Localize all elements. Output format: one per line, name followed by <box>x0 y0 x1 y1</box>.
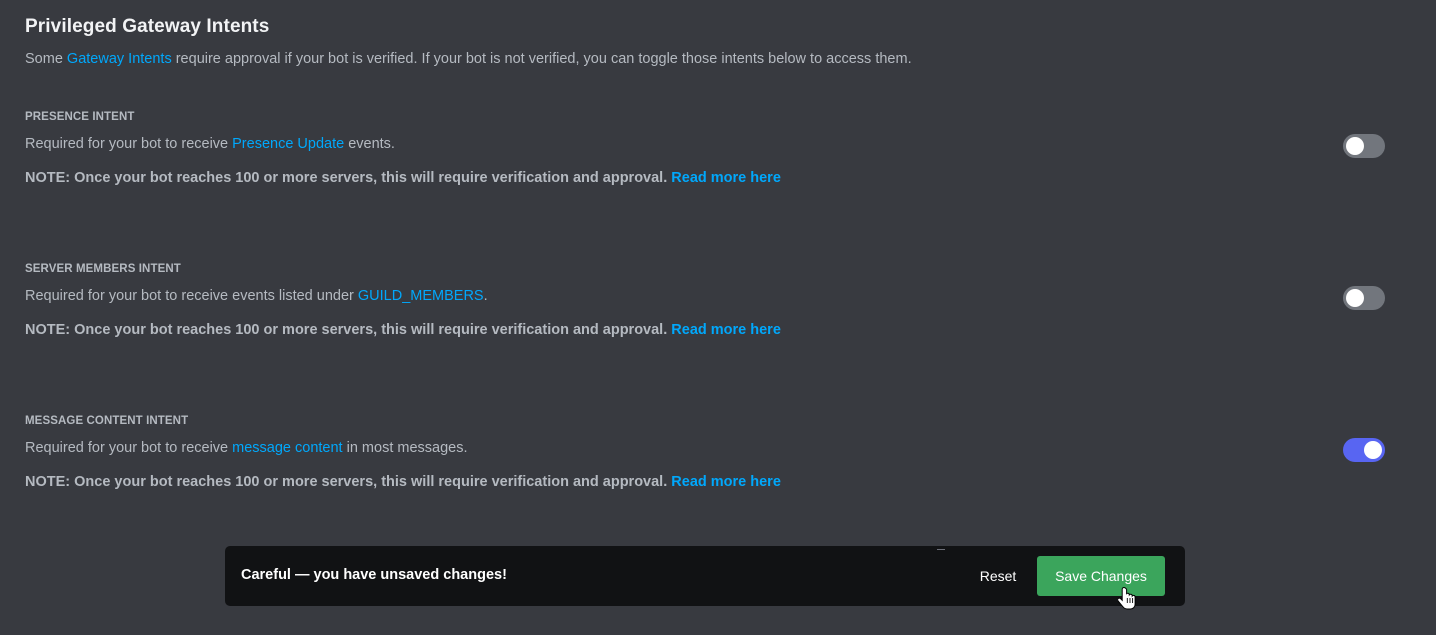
unsaved-changes-message: Careful — you have unsaved changes! <box>241 567 507 583</box>
intent-note-text: NOTE: Once your bot reaches 100 or more … <box>25 474 668 490</box>
intent-note: NOTE: Once your bot reaches 100 or more … <box>25 170 781 186</box>
reset-button[interactable]: Reset <box>967 556 1029 596</box>
message-content-link[interactable]: message content <box>232 440 342 456</box>
presence-update-link[interactable]: Presence Update <box>232 136 344 152</box>
intent-desc-text: Required for your bot to receive events … <box>25 288 358 304</box>
guild-members-link[interactable]: GUILD_MEMBERS <box>358 288 484 304</box>
server-members-intent-toggle[interactable] <box>1343 286 1385 310</box>
hand-cursor-icon <box>1118 586 1136 610</box>
toggle-knob <box>1364 441 1382 459</box>
intent-desc-text-rest: in most messages. <box>342 440 468 456</box>
intent-description: Required for your bot to receive Presenc… <box>25 136 395 152</box>
intent-desc-text-rest: events. <box>344 136 395 152</box>
section-title: Privileged Gateway Intents <box>25 16 270 37</box>
read-more-link[interactable]: Read more here <box>671 474 781 490</box>
intent-desc-text: Required for your bot to receive <box>25 136 233 152</box>
intent-desc-text-rest: . <box>483 288 488 304</box>
section-desc-text: Some <box>25 51 67 67</box>
message-content-intent-toggle[interactable] <box>1343 438 1385 462</box>
bot-settings-page: Privileged Gateway Intents Some Gateway … <box>0 0 1436 635</box>
intent-title: PRESENCE INTENT <box>25 111 135 123</box>
intent-note: NOTE: Once your bot reaches 100 or more … <box>25 474 781 490</box>
toggle-knob <box>1346 289 1364 307</box>
unsaved-changes-bar: Careful — you have unsaved changes! Rese… <box>225 546 1185 606</box>
intent-title: MESSAGE CONTENT INTENT <box>25 415 189 427</box>
read-more-link[interactable]: Read more here <box>671 170 781 186</box>
intent-note: NOTE: Once your bot reaches 100 or more … <box>25 322 781 338</box>
server-members-intent-row: SERVER MEMBERS INTENT Required for your … <box>25 263 1395 353</box>
intent-description: Required for your bot to receive message… <box>25 440 468 456</box>
save-changes-button[interactable]: Save Changes <box>1037 556 1165 596</box>
read-more-link[interactable]: Read more here <box>671 322 781 338</box>
intent-title: SERVER MEMBERS INTENT <box>25 263 181 275</box>
gateway-intents-link[interactable]: Gateway Intents <box>67 51 172 67</box>
intent-desc-text: Required for your bot to receive <box>25 440 233 456</box>
message-content-intent-row: MESSAGE CONTENT INTENT Required for your… <box>25 415 1395 505</box>
presence-intent-toggle[interactable] <box>1343 134 1385 158</box>
intent-description: Required for your bot to receive events … <box>25 288 488 304</box>
intent-note-text: NOTE: Once your bot reaches 100 or more … <box>25 170 668 186</box>
presence-intent-row: PRESENCE INTENT Required for your bot to… <box>25 111 1395 201</box>
toggle-knob <box>1346 137 1364 155</box>
section-description: Some Gateway Intents require approval if… <box>25 51 912 67</box>
drag-handle <box>937 549 945 550</box>
intent-note-text: NOTE: Once your bot reaches 100 or more … <box>25 322 668 338</box>
section-desc-text-rest: require approval if your bot is verified… <box>171 51 912 67</box>
